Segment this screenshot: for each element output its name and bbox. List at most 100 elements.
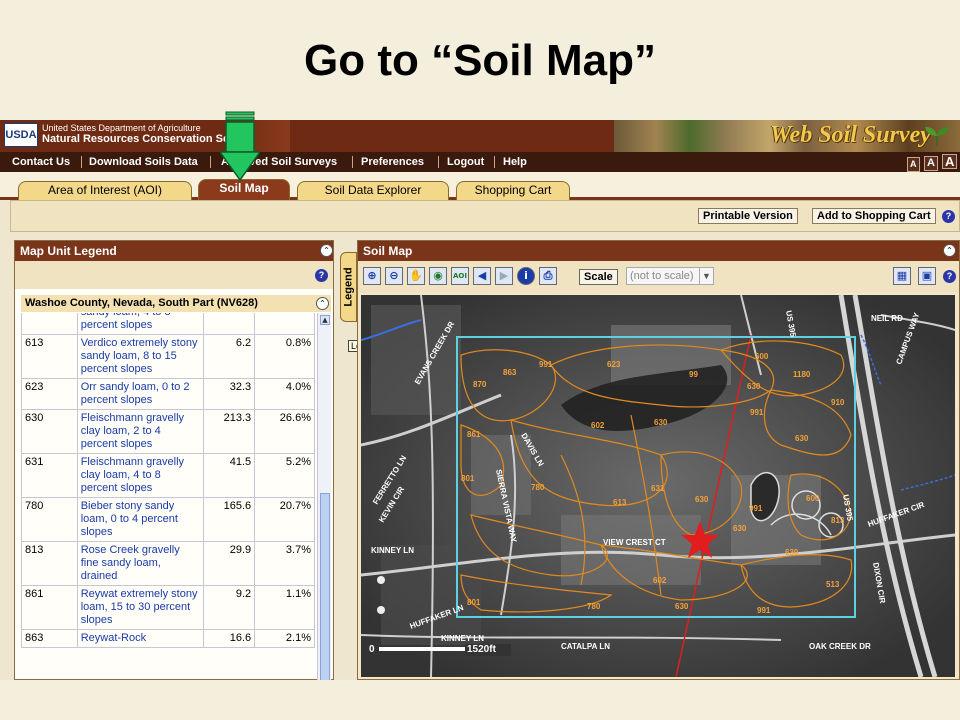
map-unit-name[interactable]: Fleischmann gravelly clay loam, 4 to 8 p… xyxy=(76,453,204,498)
svg-text:99: 99 xyxy=(689,370,698,379)
aoi-icon[interactable]: AOI xyxy=(451,267,469,285)
web-soil-survey-logo: Web Soil Survey xyxy=(770,122,931,148)
help-icon[interactable]: ? xyxy=(943,270,956,283)
svg-text:780: 780 xyxy=(587,602,601,611)
legend-side-tab[interactable]: Legend xyxy=(340,252,357,322)
aerial-map-image: 870863991 62399600 1180630991 910630861 … xyxy=(361,295,955,677)
panel-subtoolbar: ? xyxy=(15,261,333,289)
nav-contact-us[interactable]: Contact Us xyxy=(12,156,70,168)
svg-text:VIEW CREST CT: VIEW CREST CT xyxy=(603,538,666,547)
collapse-icon[interactable]: ⌃ xyxy=(943,244,956,257)
map-unit-percent: 1.1% xyxy=(254,585,315,630)
tab-soil-map[interactable]: Soil Map xyxy=(198,179,290,200)
map-unit-symbol: 780 xyxy=(21,497,78,542)
table-row: 613 Verdico extremely stony sandy loam, … xyxy=(21,334,315,379)
green-arrow-icon xyxy=(220,111,260,182)
nav-logout[interactable]: Logout xyxy=(447,156,484,168)
svg-text:801: 801 xyxy=(467,598,481,607)
map-unit-symbol: 813 xyxy=(21,541,78,586)
map-unit-name[interactable]: Reywat extremely stony loam, 15 to 30 pe… xyxy=(76,585,204,630)
svg-text:513: 513 xyxy=(826,580,840,589)
pan-hand-icon[interactable]: ✋ xyxy=(407,267,425,285)
help-icon[interactable]: ? xyxy=(315,269,328,282)
map-toolbar: ⊕ ⊖ ✋ ◉ AOI ◀ ▶ i ⎙ Scale (not to scale)… xyxy=(358,261,959,293)
help-icon[interactable]: ? xyxy=(942,210,955,223)
svg-text:780: 780 xyxy=(531,483,545,492)
overview-map-icon[interactable]: ▣ xyxy=(918,267,936,285)
scrollbar-thumb[interactable] xyxy=(320,493,330,680)
font-size-medium[interactable]: A xyxy=(924,156,938,171)
svg-text:813: 813 xyxy=(831,516,845,525)
nav-divider xyxy=(210,156,211,168)
svg-text:631: 631 xyxy=(651,484,665,493)
usda-logo[interactable]: USDA xyxy=(4,123,38,147)
print-icon[interactable]: ⎙ xyxy=(539,267,557,285)
map-unit-acres: 6.2 xyxy=(202,334,256,379)
tab-shopping-cart[interactable]: Shopping Cart xyxy=(456,181,570,200)
tab-area-of-interest[interactable]: Area of Interest (AOI) xyxy=(18,181,192,200)
soil-map-panel: Soil Map ⌃ ⊕ ⊖ ✋ ◉ AOI ◀ ▶ i ⎙ Scale (no… xyxy=(357,240,960,680)
legend-tab-label: Legend xyxy=(342,267,355,307)
nav-divider xyxy=(81,156,82,168)
svg-text:600: 600 xyxy=(806,494,820,503)
printable-version-button[interactable]: Printable Version xyxy=(698,208,798,224)
map-unit-acres xyxy=(202,313,256,335)
svg-text:630: 630 xyxy=(654,418,668,427)
nav-divider xyxy=(494,156,495,168)
font-size-large[interactable]: A xyxy=(942,154,958,169)
zoom-out-icon[interactable]: ⊖ xyxy=(385,267,403,285)
web-soil-survey-window: USDA United States Department of Agricul… xyxy=(0,120,960,680)
back-arrow-icon[interactable]: ◀ xyxy=(473,267,491,285)
scale-select[interactable]: (not to scale) ▼ xyxy=(626,267,714,285)
soil-map-canvas[interactable]: 870 863 991 623 99 600 1180 630 991 910 630 861 … xyxy=(361,295,955,677)
svg-text:630: 630 xyxy=(695,495,709,504)
county-header[interactable]: Washoe County, Nevada, South Part (NV628… xyxy=(21,295,331,312)
collapse-icon[interactable]: ⌃ xyxy=(316,297,329,310)
map-unit-name[interactable]: Rose Creek gravelly fine sandy loam, dra… xyxy=(76,541,204,586)
svg-text:630: 630 xyxy=(675,602,689,611)
map-unit-symbol: 863 xyxy=(21,629,78,648)
info-icon[interactable]: i xyxy=(517,267,535,285)
main-tabs: Area of Interest (AOI) Soil Map Soil Dat… xyxy=(0,172,960,200)
forward-arrow-icon[interactable]: ▶ xyxy=(495,267,513,285)
svg-text:870: 870 xyxy=(473,380,487,389)
map-unit-symbol: 631 xyxy=(21,453,78,498)
scale-select-value: (not to scale) xyxy=(630,270,694,282)
globe-icon[interactable]: ◉ xyxy=(429,267,447,285)
collapse-icon[interactable]: ⌃ xyxy=(320,244,333,257)
map-unit-percent: 2.1% xyxy=(254,629,315,648)
map-unit-name[interactable]: Bieber stony sandy loam, 0 to 4 percent … xyxy=(76,497,204,542)
map-layers-icon[interactable]: ▦ xyxy=(893,267,911,285)
add-to-shopping-cart-button[interactable]: Add to Shopping Cart xyxy=(812,208,936,224)
zoom-in-icon[interactable]: ⊕ xyxy=(363,267,381,285)
scale-button[interactable]: Scale xyxy=(579,269,618,285)
map-unit-name[interactable]: Reywat-Rock xyxy=(76,629,204,648)
nav-preferences[interactable]: Preferences xyxy=(361,156,424,168)
map-unit-name[interactable]: Fleischmann gravelly clay loam, 2 to 4 p… xyxy=(76,409,204,454)
map-unit-name[interactable]: sandy loam, 4 to 8 percent slopes xyxy=(76,313,204,335)
table-row: 813 Rose Creek gravelly fine sandy loam,… xyxy=(21,541,315,586)
svg-text:630: 630 xyxy=(785,548,799,557)
legend-table-viewport: sandy loam, 4 to 8 percent slopes 613 Ve… xyxy=(21,313,317,680)
panel-title: Map Unit Legend xyxy=(15,241,333,261)
nav-divider xyxy=(438,156,439,168)
panel-title: Soil Map xyxy=(358,241,959,261)
nav-download-soils-data[interactable]: Download Soils Data xyxy=(89,156,198,168)
svg-text:630: 630 xyxy=(795,434,809,443)
map-unit-percent: 5.2% xyxy=(254,453,315,498)
svg-text:863: 863 xyxy=(503,368,517,377)
map-unit-name[interactable]: Verdico extremely stony sandy loam, 8 to… xyxy=(76,334,204,379)
table-row: 630 Fleischmann gravelly clay loam, 2 to… xyxy=(21,409,315,454)
svg-text:991: 991 xyxy=(749,504,763,513)
map-unit-acres: 41.5 xyxy=(202,453,256,498)
map-unit-acres: 29.9 xyxy=(202,541,256,586)
svg-text:600: 600 xyxy=(755,352,769,361)
svg-text:1180: 1180 xyxy=(793,370,811,379)
tab-soil-data-explorer[interactable]: Soil Data Explorer xyxy=(297,181,449,200)
map-unit-name[interactable]: Orr sandy loam, 0 to 2 percent slopes xyxy=(76,378,204,410)
font-size-small[interactable]: A xyxy=(907,157,920,172)
legend-scrollbar[interactable]: ▲ xyxy=(317,313,331,680)
nav-help[interactable]: Help xyxy=(503,156,527,168)
table-row: sandy loam, 4 to 8 percent slopes xyxy=(21,313,315,335)
scroll-up-icon[interactable]: ▲ xyxy=(320,315,330,325)
